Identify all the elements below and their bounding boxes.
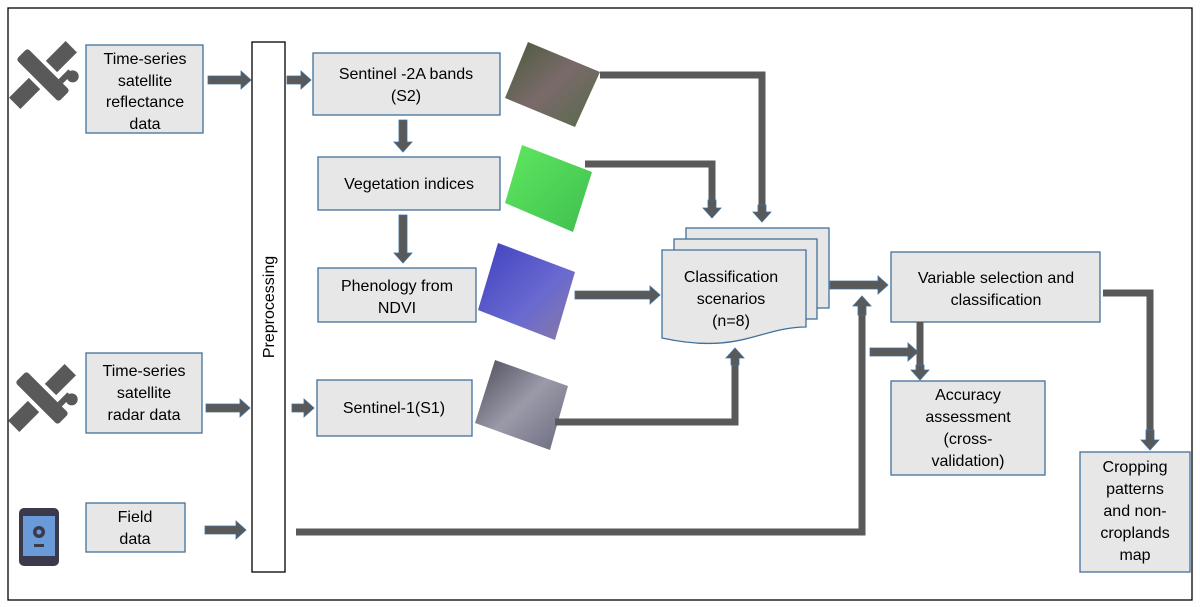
classification-scenarios: Classification scenarios (n=8) [661,227,830,345]
output-map-box: Cropping patterns and non-croplands map [1079,451,1191,573]
arrow [393,119,413,153]
satellite-icon [9,41,79,109]
svg-text:Vegetation indices: Vegetation indices [344,176,474,193]
arrow [207,70,252,90]
arrow [291,398,315,418]
arrow [752,204,772,223]
connector-line [600,71,766,212]
connector-line [585,160,716,207]
vegetation-indices-image [505,145,592,232]
arrow [393,214,413,264]
vegetation-indices-box: Vegetation indices [317,156,501,211]
phenology-image [478,243,575,340]
arrow [869,342,919,362]
reflectance-data-box: Time-series satellite reflectance data [85,44,204,134]
arrow [205,398,251,418]
arrow [725,347,745,366]
arrow [829,275,889,295]
variable-selection-box: Variable selection and classification [890,251,1101,323]
svg-text:Sentinel-1(S1): Sentinel-1(S1) [343,400,445,417]
sentinel1-image [475,360,568,450]
preprocessing-bar: Preprocessing [251,41,286,573]
sentinel1-box: Sentinel-1(S1) [316,379,473,437]
accuracy-assessment-box: Accuracy assessment (cross-validation) [890,380,1046,476]
arrow [574,285,661,305]
workflow-diagram: Time-series satellite reflectance data Time… [7,7,1193,601]
sentinel2-image [505,42,600,127]
sentinel2-box: Sentinel -2A bands (S2) [312,52,501,116]
arrow [910,364,930,381]
arrow [1140,429,1160,451]
arrow [286,70,312,90]
arrow [702,199,722,219]
connector-line [555,360,739,426]
radar-data-box: Time-series satellite radar data [85,352,203,434]
satellite-icon [8,364,78,432]
svg-text:Preprocessing: Preprocessing [261,256,278,358]
arrow [204,520,247,540]
connector-line [1103,289,1154,440]
field-data-box: Field data [85,502,186,553]
smartphone-location-icon [19,508,59,566]
phenology-box: Phenology from NDVI [317,267,477,323]
arrow [852,295,872,316]
